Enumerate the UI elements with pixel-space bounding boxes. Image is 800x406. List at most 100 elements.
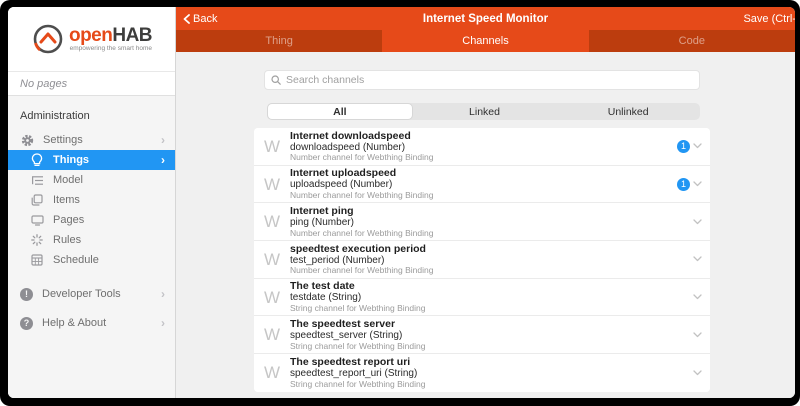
linked-items-badge: 1 bbox=[677, 140, 690, 153]
webthing-binding-icon: W bbox=[264, 176, 286, 193]
sidebar-item-schedule[interactable]: Schedule bbox=[8, 250, 175, 270]
channel-title: speedtest execution period bbox=[290, 243, 693, 255]
chevron-right-icon: › bbox=[161, 153, 165, 167]
webthing-binding-icon: W bbox=[264, 326, 286, 343]
webthing-binding-icon: W bbox=[264, 289, 286, 306]
channel-list: W Internet downloadspeed downloadspeed (… bbox=[254, 128, 710, 392]
sidebar-item-label: Things bbox=[53, 154, 161, 166]
search-icon bbox=[271, 75, 281, 85]
filter-option-unlinked[interactable]: Unlinked bbox=[556, 103, 700, 120]
channel-id: speedtest_server (String) bbox=[290, 330, 693, 342]
sidebar-item-label: Settings bbox=[43, 134, 161, 146]
sidebar-item-label: Help & About bbox=[42, 317, 161, 329]
developer-tools-icon: ! bbox=[20, 288, 33, 301]
page-title: Internet Speed Monitor bbox=[176, 13, 795, 25]
pages-display-icon bbox=[30, 213, 44, 227]
tab-bar: Thing Channels Code bbox=[176, 30, 795, 52]
rules-sparkle-icon bbox=[30, 233, 44, 247]
help-icon: ? bbox=[20, 317, 33, 330]
openhab-logo[interactable]: openHAB empowering the smart home bbox=[8, 7, 175, 71]
chevron-down-icon bbox=[693, 143, 702, 149]
channel-description: Number channel for Webthing Binding bbox=[290, 266, 693, 276]
sidebar-item-label: Rules bbox=[53, 234, 165, 246]
filter-option-all[interactable]: All bbox=[267, 103, 413, 120]
back-chevron-icon bbox=[183, 14, 190, 24]
channel-row-ping[interactable]: W Internet ping ping (Number) Number cha… bbox=[254, 203, 710, 241]
channel-description: Number channel for Webthing Binding bbox=[290, 229, 693, 239]
channel-row-speedtest-report-uri[interactable]: W The speedtest report uri speedtest_rep… bbox=[254, 354, 710, 392]
tab-code[interactable]: Code bbox=[589, 30, 795, 52]
channel-row-testdate[interactable]: W The test date testdate (String) String… bbox=[254, 279, 710, 317]
channels-content: All Linked Unlinked W Internet downloads… bbox=[176, 52, 795, 398]
sidebar-item-things[interactable]: Things › bbox=[8, 150, 175, 170]
gear-icon bbox=[20, 133, 34, 147]
channel-title: Internet ping bbox=[290, 205, 693, 217]
main-panel: Back Internet Speed Monitor Save (Ctrl- … bbox=[176, 7, 795, 398]
schedule-calendar-icon bbox=[30, 253, 44, 267]
sidebar-item-model[interactable]: Model bbox=[8, 170, 175, 190]
channel-title: Internet uploadspeed bbox=[290, 167, 677, 179]
chevron-right-icon: › bbox=[161, 316, 165, 330]
lightbulb-pin-icon bbox=[30, 153, 44, 167]
channel-title: The speedtest report uri bbox=[290, 356, 693, 368]
sidebar-item-rules[interactable]: Rules bbox=[8, 230, 175, 250]
chevron-down-icon bbox=[693, 256, 702, 262]
openhab-logo-icon bbox=[31, 22, 65, 56]
sidebar-item-help-about[interactable]: ? Help & About › bbox=[8, 313, 175, 333]
model-tree-icon bbox=[30, 173, 44, 187]
top-navbar: Back Internet Speed Monitor Save (Ctrl- bbox=[176, 7, 795, 30]
tab-channels[interactable]: Channels bbox=[382, 30, 588, 52]
tab-thing[interactable]: Thing bbox=[176, 30, 382, 52]
back-button[interactable]: Back bbox=[176, 13, 217, 25]
sidebar-item-label: Items bbox=[53, 194, 165, 206]
channel-id: ping (Number) bbox=[290, 217, 693, 229]
chevron-right-icon: › bbox=[161, 133, 165, 147]
channel-description: String channel for Webthing Binding bbox=[290, 380, 693, 390]
sidebar-item-developer-tools[interactable]: ! Developer Tools › bbox=[8, 284, 175, 304]
channel-row-downloadspeed[interactable]: W Internet downloadspeed downloadspeed (… bbox=[254, 128, 710, 166]
channel-description: Number channel for Webthing Binding bbox=[290, 153, 677, 163]
sidebar-admin-section: Administration Settings › bbox=[8, 96, 175, 398]
chevron-down-icon bbox=[693, 219, 702, 225]
sidebar-item-label: Schedule bbox=[53, 254, 165, 266]
brand-hab: HAB bbox=[112, 25, 152, 46]
chevron-right-icon: › bbox=[161, 287, 165, 301]
filter-option-linked[interactable]: Linked bbox=[413, 103, 557, 120]
chevron-down-icon bbox=[693, 332, 702, 338]
channel-row-uploadspeed[interactable]: W Internet uploadspeed uploadspeed (Numb… bbox=[254, 166, 710, 204]
save-button[interactable]: Save (Ctrl- bbox=[743, 13, 795, 25]
sidebar-item-items[interactable]: Items bbox=[8, 190, 175, 210]
brand-open: open bbox=[69, 25, 112, 46]
brand-tagline: empowering the smart home bbox=[70, 46, 152, 53]
app-window: openHAB empowering the smart home No pag… bbox=[8, 7, 795, 398]
channel-description: Number channel for Webthing Binding bbox=[290, 191, 677, 201]
filter-segmented-control: All Linked Unlinked bbox=[267, 103, 700, 120]
sidebar-item-pages[interactable]: Pages bbox=[8, 210, 175, 230]
linked-items-badge: 1 bbox=[677, 178, 690, 191]
chevron-down-icon bbox=[693, 294, 702, 300]
back-label: Back bbox=[193, 13, 217, 25]
webthing-binding-icon: W bbox=[264, 364, 286, 381]
channel-row-test-period[interactable]: W speedtest execution period test_period… bbox=[254, 241, 710, 279]
channel-title: The test date bbox=[290, 280, 693, 292]
channel-row-speedtest-server[interactable]: W The speedtest server speedtest_server … bbox=[254, 316, 710, 354]
sidebar-item-label: Pages bbox=[53, 214, 165, 226]
channel-title: The speedtest server bbox=[290, 318, 693, 330]
channel-title: Internet downloadspeed bbox=[290, 130, 677, 142]
window-frame: openHAB empowering the smart home No pag… bbox=[0, 0, 800, 406]
webthing-binding-icon: W bbox=[264, 251, 286, 268]
channel-description: String channel for Webthing Binding bbox=[290, 304, 693, 314]
search-input[interactable] bbox=[286, 74, 693, 86]
chevron-down-icon bbox=[693, 370, 702, 376]
items-copy-icon bbox=[30, 193, 44, 207]
sidebar-section-label: Administration bbox=[8, 106, 175, 130]
sidebar-item-label: Developer Tools bbox=[42, 288, 161, 300]
sidebar: openHAB empowering the smart home No pag… bbox=[8, 7, 176, 398]
channel-description: String channel for Webthing Binding bbox=[290, 342, 693, 352]
webthing-binding-icon: W bbox=[264, 213, 286, 230]
chevron-down-icon bbox=[693, 181, 702, 187]
sidebar-item-settings[interactable]: Settings › bbox=[8, 130, 175, 150]
search-channels-box bbox=[264, 70, 700, 90]
webthing-binding-icon: W bbox=[264, 138, 286, 155]
no-pages-label: No pages bbox=[8, 71, 175, 96]
